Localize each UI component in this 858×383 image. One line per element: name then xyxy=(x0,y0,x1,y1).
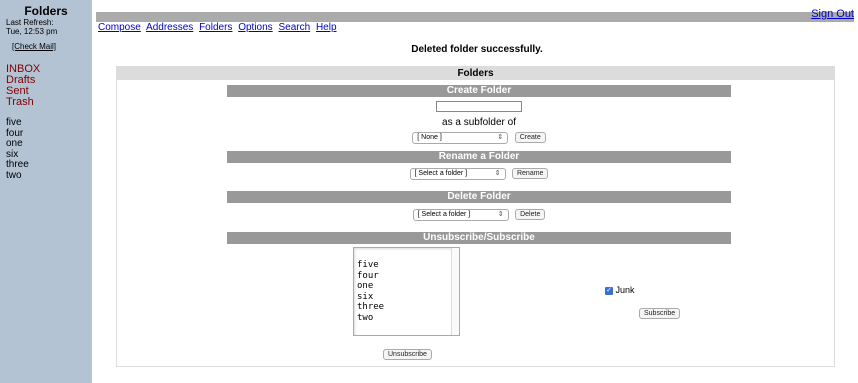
delete-folder-heading: Delete Folder xyxy=(227,191,731,203)
rename-folder-select[interactable]: [ Select a folder ] ⇕ xyxy=(409,167,506,180)
menu-search[interactable]: Search xyxy=(278,22,310,33)
status-message: Deleted folder successfully. xyxy=(411,44,543,55)
delete-folder-select-value: [ Select a folder ] xyxy=(417,210,471,218)
junk-checkbox[interactable]: ✓ xyxy=(605,286,613,295)
create-folder-heading: Create Folder xyxy=(227,85,731,97)
rename-folder-heading: Rename a Folder xyxy=(227,151,731,163)
sidebar-item-two[interactable]: two xyxy=(6,170,88,182)
unsubscribe-subscribe-heading: Unsubscribe/Subscribe xyxy=(227,232,731,244)
list-item[interactable]: three xyxy=(357,302,459,313)
delete-folder-section: [ Select a folder ] ⇕ Delete xyxy=(227,206,731,224)
select-arrows-icon: ⇕ xyxy=(497,210,504,218)
subscribe-button[interactable]: Subscribe xyxy=(639,308,681,319)
subfolder-label: as a subfolder of xyxy=(442,117,516,128)
sidebar-item-trash[interactable]: Trash xyxy=(6,97,88,108)
rename-button[interactable]: Rename xyxy=(511,168,549,180)
new-folder-name-input[interactable] xyxy=(436,101,522,112)
list-item[interactable]: five xyxy=(357,260,459,271)
list-item[interactable]: four xyxy=(357,271,459,282)
list-item[interactable]: six xyxy=(357,292,459,303)
folders-panel: Folders Create Folder as a subfolder of … xyxy=(116,66,835,367)
unsubscribed-folder-option: ✓ Junk xyxy=(605,285,635,295)
delete-folder-select[interactable]: [ Select a folder ] ⇕ xyxy=(412,208,509,221)
sidebar-item-three[interactable]: three xyxy=(6,159,88,171)
special-folder-list: INBOX Drafts Sent Trash xyxy=(6,64,88,108)
junk-label: Junk xyxy=(615,285,635,295)
parent-folder-select[interactable]: [ None ] ⇕ xyxy=(412,131,509,144)
menu-help[interactable]: Help xyxy=(316,22,337,33)
delete-button[interactable]: Delete xyxy=(515,209,546,221)
sign-out-link[interactable]: Sign Out xyxy=(811,8,854,20)
sidebar-title: Folders xyxy=(24,4,68,18)
rename-folder-select-value: [ Select a folder ] xyxy=(414,169,468,177)
parent-folder-select-value: [ None ] xyxy=(417,133,442,141)
list-item[interactable]: two xyxy=(357,313,459,324)
sidebar-item-five[interactable]: five xyxy=(6,117,88,129)
listbox-scrollbar[interactable] xyxy=(451,248,459,335)
select-arrows-icon: ⇕ xyxy=(497,133,504,141)
unsubscribe-button[interactable]: Unsubscribe xyxy=(383,349,432,360)
menu-folders[interactable]: Folders xyxy=(199,22,232,33)
create-button[interactable]: Create xyxy=(514,132,546,144)
list-item[interactable]: one xyxy=(357,281,459,292)
folder-sidebar: Folders Last Refresh: Tue, 12:53 pm [Che… xyxy=(0,0,92,383)
user-folder-list: five four one six three two xyxy=(6,117,88,182)
panel-title: Folders xyxy=(117,67,834,80)
check-mail-link[interactable]: [Check Mail] xyxy=(12,42,56,51)
main-menu: Compose Addresses Folders Options Search… xyxy=(98,22,340,33)
menu-compose[interactable]: Compose xyxy=(98,22,141,33)
select-arrows-icon: ⇕ xyxy=(494,169,501,177)
menu-options[interactable]: Options xyxy=(238,22,272,33)
main-content: Sign Out Compose Addresses Folders Optio… xyxy=(96,0,858,383)
menu-addresses[interactable]: Addresses xyxy=(146,22,193,33)
last-refresh-time: Tue, 12:53 pm xyxy=(6,27,58,36)
last-refresh-label: Last Refresh: xyxy=(6,18,54,27)
top-bar xyxy=(96,12,854,22)
subscribed-folders-listbox[interactable]: five four one six three two xyxy=(353,247,460,336)
rename-folder-section: [ Select a folder ] ⇕ Rename xyxy=(227,165,731,183)
create-folder-section: as a subfolder of [ None ] ⇕ Create xyxy=(227,99,731,147)
sidebar-item-one[interactable]: one xyxy=(6,138,88,150)
